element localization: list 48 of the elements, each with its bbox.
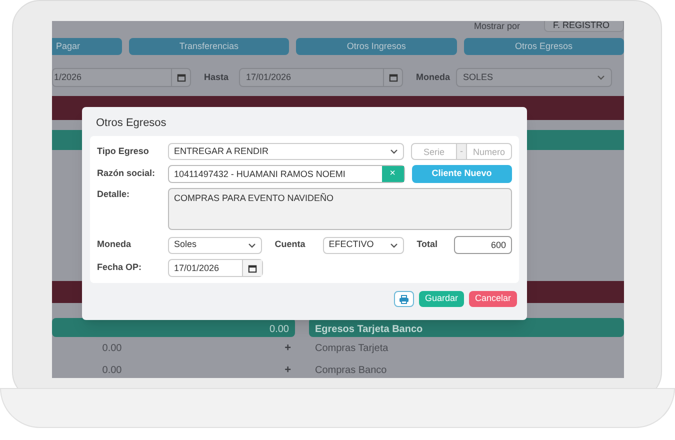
calendar-icon <box>388 73 398 82</box>
date-field[interactable]: 1/2026 <box>52 68 191 87</box>
to-label: Hasta <box>204 70 230 84</box>
serie-input[interactable]: Serie <box>411 143 457 160</box>
column-heading: Egresos Tarjeta Banco <box>315 323 423 337</box>
add-button[interactable]: + <box>284 362 291 378</box>
chevron-down-icon <box>597 75 605 80</box>
chevron-down-icon <box>390 149 398 154</box>
calendar-icon <box>248 264 257 272</box>
total-field[interactable]: 600 <box>454 236 512 254</box>
date-field[interactable]: 17/01/2026 <box>168 259 263 277</box>
dialog-title: Otros Egresos <box>95 116 168 131</box>
field-label: Razón social: <box>97 167 156 180</box>
field-label: Moneda <box>97 238 132 252</box>
row-label: Compras Tarjeta <box>315 342 388 356</box>
currency-select[interactable]: SOLES <box>456 68 612 87</box>
row-label: Compras Banco <box>315 364 387 378</box>
select-field[interactable]: ENTREGAR A RENDIR <box>168 143 404 160</box>
field-label: Fecha OP: <box>97 261 143 274</box>
amount-text: 0.00 <box>270 323 289 337</box>
amount-text: 0.00 <box>101 342 123 356</box>
numero-input[interactable]: Numero <box>466 143 512 160</box>
print-button[interactable] <box>394 291 414 307</box>
currency-label: Moneda <box>416 70 452 84</box>
date-field[interactable]: 17/01/2026 <box>239 68 403 87</box>
cancel-button[interactable]: Cancelar <box>468 291 517 307</box>
select-field[interactable]: Soles <box>168 236 262 254</box>
detail-textarea[interactable]: COMPRAS PARA EVENTO NAVIDEÑO <box>168 188 512 230</box>
field-label: Cuenta <box>274 238 306 252</box>
printer-icon <box>398 294 409 304</box>
new-client-button[interactable]: Cliente Nuevo <box>412 165 512 183</box>
separator-text: - <box>457 143 466 160</box>
amount-text: 0.00 <box>101 364 123 378</box>
save-button[interactable]: Guardar <box>418 291 464 307</box>
tab-button[interactable]: Pagar <box>52 38 122 55</box>
show-by-select[interactable]: F. REGISTRO <box>544 21 624 32</box>
show-by-label: Mostrar por <box>474 21 520 34</box>
field-label: Tipo Egreso <box>97 144 150 158</box>
chevron-down-icon <box>390 242 398 248</box>
tab-button[interactable]: Transferencias <box>128 38 290 55</box>
add-button[interactable]: + <box>284 340 291 356</box>
calendar-icon <box>176 73 186 82</box>
chevron-down-icon <box>248 242 256 248</box>
select-field[interactable]: EFECTIVO <box>322 236 404 254</box>
tab-button[interactable]: Otros Egresos <box>464 38 624 55</box>
tab-button[interactable]: Otros Ingresos <box>296 38 457 55</box>
field-label: Detalle: <box>97 188 131 201</box>
field-label: Total <box>416 238 439 252</box>
